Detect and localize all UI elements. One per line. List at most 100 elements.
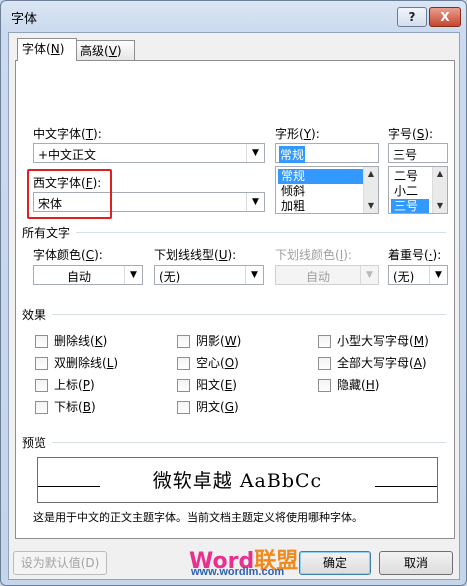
dialog-title: 字体 bbox=[11, 12, 38, 27]
ok-button[interactable]: 确定 bbox=[299, 551, 371, 575]
size-input[interactable]: 三号 bbox=[388, 143, 448, 163]
cn-font-label-text: 中文字体 bbox=[33, 127, 82, 141]
all-caps-label[interactable]: 全部大写字母(A) bbox=[337, 354, 427, 371]
size-hotkey: S bbox=[416, 127, 425, 141]
size-input-value: 三号 bbox=[393, 148, 418, 162]
chevron-down-icon[interactable]: ▼ bbox=[246, 144, 264, 162]
style-input-value: 常规 bbox=[279, 146, 306, 163]
underline-color-label: 下划线颜色(I): bbox=[275, 248, 352, 262]
style-hotkey: Y bbox=[303, 127, 312, 141]
chevron-down-icon[interactable]: ▼ bbox=[124, 266, 142, 284]
small-caps-hotkey: M bbox=[413, 334, 425, 348]
list-item[interactable]: 倾斜 bbox=[278, 184, 308, 199]
subscript-checkbox[interactable] bbox=[35, 401, 48, 414]
close-button[interactable]: X bbox=[429, 7, 461, 27]
tab-font-label: 字体 bbox=[22, 42, 47, 56]
font-color-combo[interactable]: 自动 ▼ bbox=[33, 265, 143, 285]
size-label-text: 字号 bbox=[388, 127, 413, 141]
chevron-down-icon[interactable]: ▼ bbox=[429, 266, 447, 284]
superscript-hotkey: P bbox=[82, 378, 90, 392]
list-item[interactable]: 加粗 bbox=[278, 199, 308, 213]
engrave-label[interactable]: 阴文(G) bbox=[196, 398, 239, 415]
emboss-label[interactable]: 阳文(E) bbox=[196, 376, 237, 393]
strikethrough-hotkey: K bbox=[94, 334, 103, 348]
outline-label[interactable]: 空心(O) bbox=[196, 354, 239, 371]
scroll-down-icon[interactable]: ▼ bbox=[433, 199, 447, 213]
underline-type-label: 下划线线型(U): bbox=[154, 248, 237, 262]
style-scrollbar[interactable]: ▲ ▼ bbox=[363, 167, 378, 213]
chevron-down-icon[interactable]: ▼ bbox=[245, 266, 263, 284]
font-color-value: 自动 bbox=[66, 270, 91, 284]
engrave-label-text: 阴文 bbox=[196, 400, 221, 414]
small-caps-checkbox[interactable] bbox=[318, 335, 331, 348]
font-dialog: 字体 ? X 字体(N) 高级(V) 中文字体(T): +中文正文 ▼ 西文字体… bbox=[0, 0, 467, 586]
title-bar[interactable]: 字体 ? X bbox=[1, 1, 466, 31]
hidden-label[interactable]: 隐藏(H) bbox=[337, 376, 379, 393]
size-scrollbar[interactable]: ▲ ▼ bbox=[432, 167, 447, 213]
font-color-hotkey: C bbox=[85, 248, 95, 262]
style-label: 字形(Y): bbox=[275, 127, 320, 141]
engrave-checkbox[interactable] bbox=[177, 401, 190, 414]
list-item[interactable]: 常规 bbox=[278, 169, 364, 184]
subscript-label-text: 下标 bbox=[54, 400, 79, 414]
cn-font-hotkey: T bbox=[85, 127, 94, 141]
emboss-label-text: 阳文 bbox=[196, 378, 221, 392]
section-divider bbox=[76, 232, 446, 233]
outline-checkbox[interactable] bbox=[177, 357, 190, 370]
cancel-button[interactable]: 取消 bbox=[379, 551, 453, 575]
tab-advanced[interactable]: 高级(V) bbox=[75, 40, 135, 61]
cn-font-label: 中文字体(T): bbox=[33, 127, 102, 141]
font-color-label: 字体颜色(C): bbox=[33, 248, 103, 262]
list-item[interactable]: 小二 bbox=[391, 184, 421, 199]
all-caps-hotkey: A bbox=[413, 356, 422, 370]
underline-type-combo[interactable]: (无) ▼ bbox=[154, 265, 264, 285]
preview-note: 这是用于中文的正文主题字体。当前文档主题定义将使用哪种字体。 bbox=[33, 511, 363, 524]
underline-type-hotkey: U bbox=[218, 248, 228, 262]
underline-type-value: (无) bbox=[159, 270, 181, 284]
tab-advanced-label: 高级 bbox=[80, 44, 105, 58]
emphasis-label-text: 着重号 bbox=[388, 248, 425, 262]
all-caps-checkbox[interactable] bbox=[318, 357, 331, 370]
hidden-hotkey: H bbox=[365, 378, 375, 392]
shadow-checkbox[interactable] bbox=[177, 335, 190, 348]
strikethrough-checkbox[interactable] bbox=[35, 335, 48, 348]
superscript-label[interactable]: 上标(P) bbox=[54, 376, 95, 393]
preview-heading: 预览 bbox=[22, 436, 47, 450]
shadow-label-text: 阴影 bbox=[196, 334, 221, 348]
preview-box: 微软卓越 AaBbCc bbox=[37, 457, 438, 503]
underline-color-value: 自动 bbox=[305, 270, 330, 284]
tab-font[interactable]: 字体(N) bbox=[17, 38, 77, 61]
underline-color-combo: 自动 ▼ bbox=[275, 265, 379, 285]
chevron-down-icon[interactable]: ▼ bbox=[246, 193, 264, 211]
set-default-button: 设为默认值(D) bbox=[13, 551, 107, 575]
double-strikethrough-checkbox[interactable] bbox=[35, 357, 48, 370]
list-item[interactable]: 二号 bbox=[391, 169, 421, 184]
size-label: 字号(S): bbox=[388, 127, 434, 141]
outline-label-text: 空心 bbox=[196, 356, 221, 370]
small-caps-label[interactable]: 小型大写字母(M) bbox=[337, 332, 429, 349]
strikethrough-label-text: 删除线 bbox=[54, 334, 91, 348]
superscript-checkbox[interactable] bbox=[35, 379, 48, 392]
hidden-checkbox[interactable] bbox=[318, 379, 331, 392]
emphasis-combo[interactable]: (无) ▼ bbox=[388, 265, 448, 285]
emboss-checkbox[interactable] bbox=[177, 379, 190, 392]
small-caps-label-text: 小型大写字母 bbox=[337, 334, 410, 348]
size-list[interactable]: 二号 小二 三号 ▲ ▼ bbox=[388, 166, 448, 214]
all-caps-label-text: 全部大写字母 bbox=[337, 356, 410, 370]
style-input[interactable]: 常规 bbox=[275, 143, 379, 163]
scroll-down-icon[interactable]: ▼ bbox=[364, 199, 378, 213]
style-list[interactable]: 常规 倾斜 加粗 ▲ ▼ bbox=[275, 166, 379, 214]
scroll-up-icon[interactable]: ▲ bbox=[364, 167, 378, 181]
cn-font-combo[interactable]: +中文正文 ▼ bbox=[33, 143, 265, 163]
font-tab-page: 中文字体(T): +中文正文 ▼ 西文字体(F): 宋体 ▼ 字形(Y): 常规… bbox=[15, 60, 455, 539]
list-item[interactable]: 三号 bbox=[391, 199, 429, 213]
style-label-text: 字形 bbox=[275, 127, 300, 141]
scroll-up-icon[interactable]: ▲ bbox=[433, 167, 447, 181]
emphasis-label: 着重号(·): bbox=[388, 248, 442, 262]
double-strikethrough-label[interactable]: 双删除线(L) bbox=[54, 354, 118, 371]
emphasis-value: (无) bbox=[393, 270, 415, 284]
help-button[interactable]: ? bbox=[397, 7, 427, 27]
strikethrough-label[interactable]: 删除线(K) bbox=[54, 332, 107, 349]
shadow-label[interactable]: 阴影(W) bbox=[196, 332, 241, 349]
subscript-label[interactable]: 下标(B) bbox=[54, 398, 96, 415]
